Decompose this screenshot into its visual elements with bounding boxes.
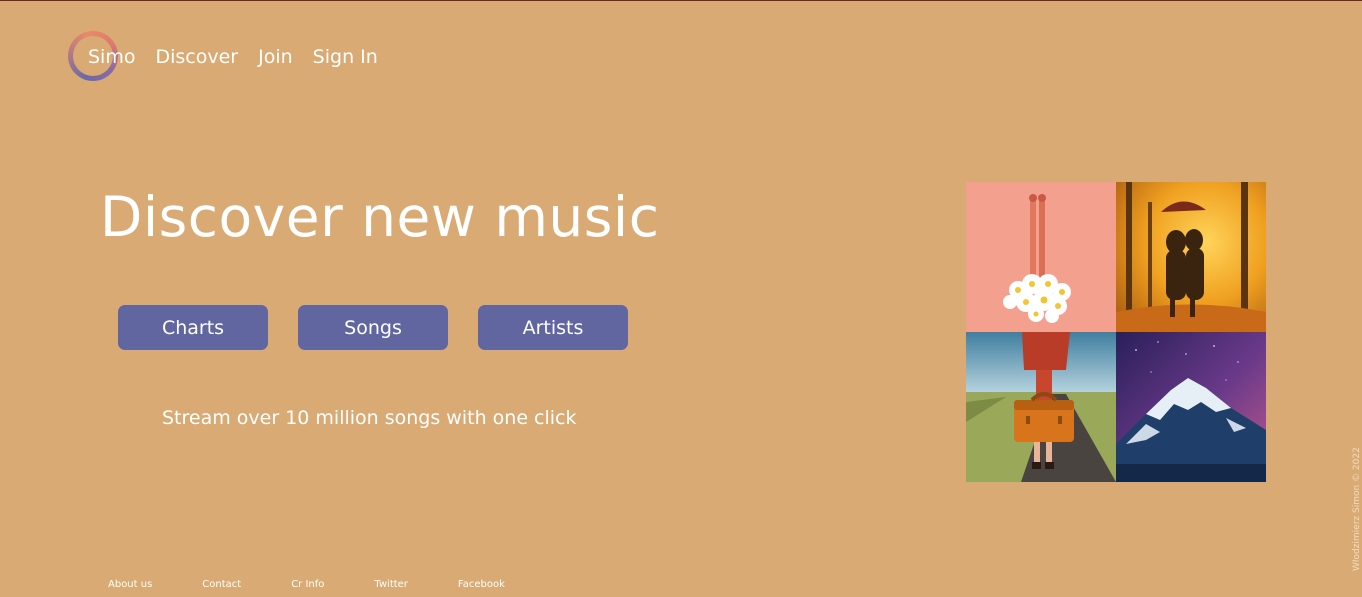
songs-button[interactable]: Songs: [298, 305, 448, 350]
hero-button-row: Charts Songs Artists: [118, 305, 628, 350]
footer-link-cr-info[interactable]: Cr Info: [291, 579, 324, 590]
autumn-couple-umbrella-image: [1116, 182, 1266, 332]
footer-link-facebook[interactable]: Facebook: [458, 579, 505, 590]
nav-link-join[interactable]: Join: [258, 46, 293, 68]
nav-brand-link[interactable]: Simo: [88, 46, 135, 68]
legs-with-daisies-image: [966, 182, 1116, 332]
hero-title: Discover new music: [100, 185, 660, 249]
footer-links: About us Contact Cr Info Twitter Faceboo…: [108, 579, 505, 590]
nav-link-discover[interactable]: Discover: [155, 46, 238, 68]
woman-with-suitcase-image: [966, 332, 1116, 482]
charts-button[interactable]: Charts: [118, 305, 268, 350]
artists-button[interactable]: Artists: [478, 305, 628, 350]
footer-link-contact[interactable]: Contact: [202, 579, 241, 590]
top-nav: Simo Discover Join Sign In: [68, 31, 378, 83]
nav-link-sign-in[interactable]: Sign In: [313, 46, 378, 68]
image-gallery: [966, 182, 1266, 482]
snowy-mountain-night-sky-image: [1116, 332, 1266, 482]
nav-links: Simo Discover Join Sign In: [68, 46, 378, 68]
footer-link-about-us[interactable]: About us: [108, 579, 152, 590]
footer-link-twitter[interactable]: Twitter: [374, 579, 408, 590]
hero-tagline: Stream over 10 million songs with one cl…: [162, 407, 577, 429]
copyright-credit: Włodzimierz Simon © 2022: [1352, 447, 1362, 571]
